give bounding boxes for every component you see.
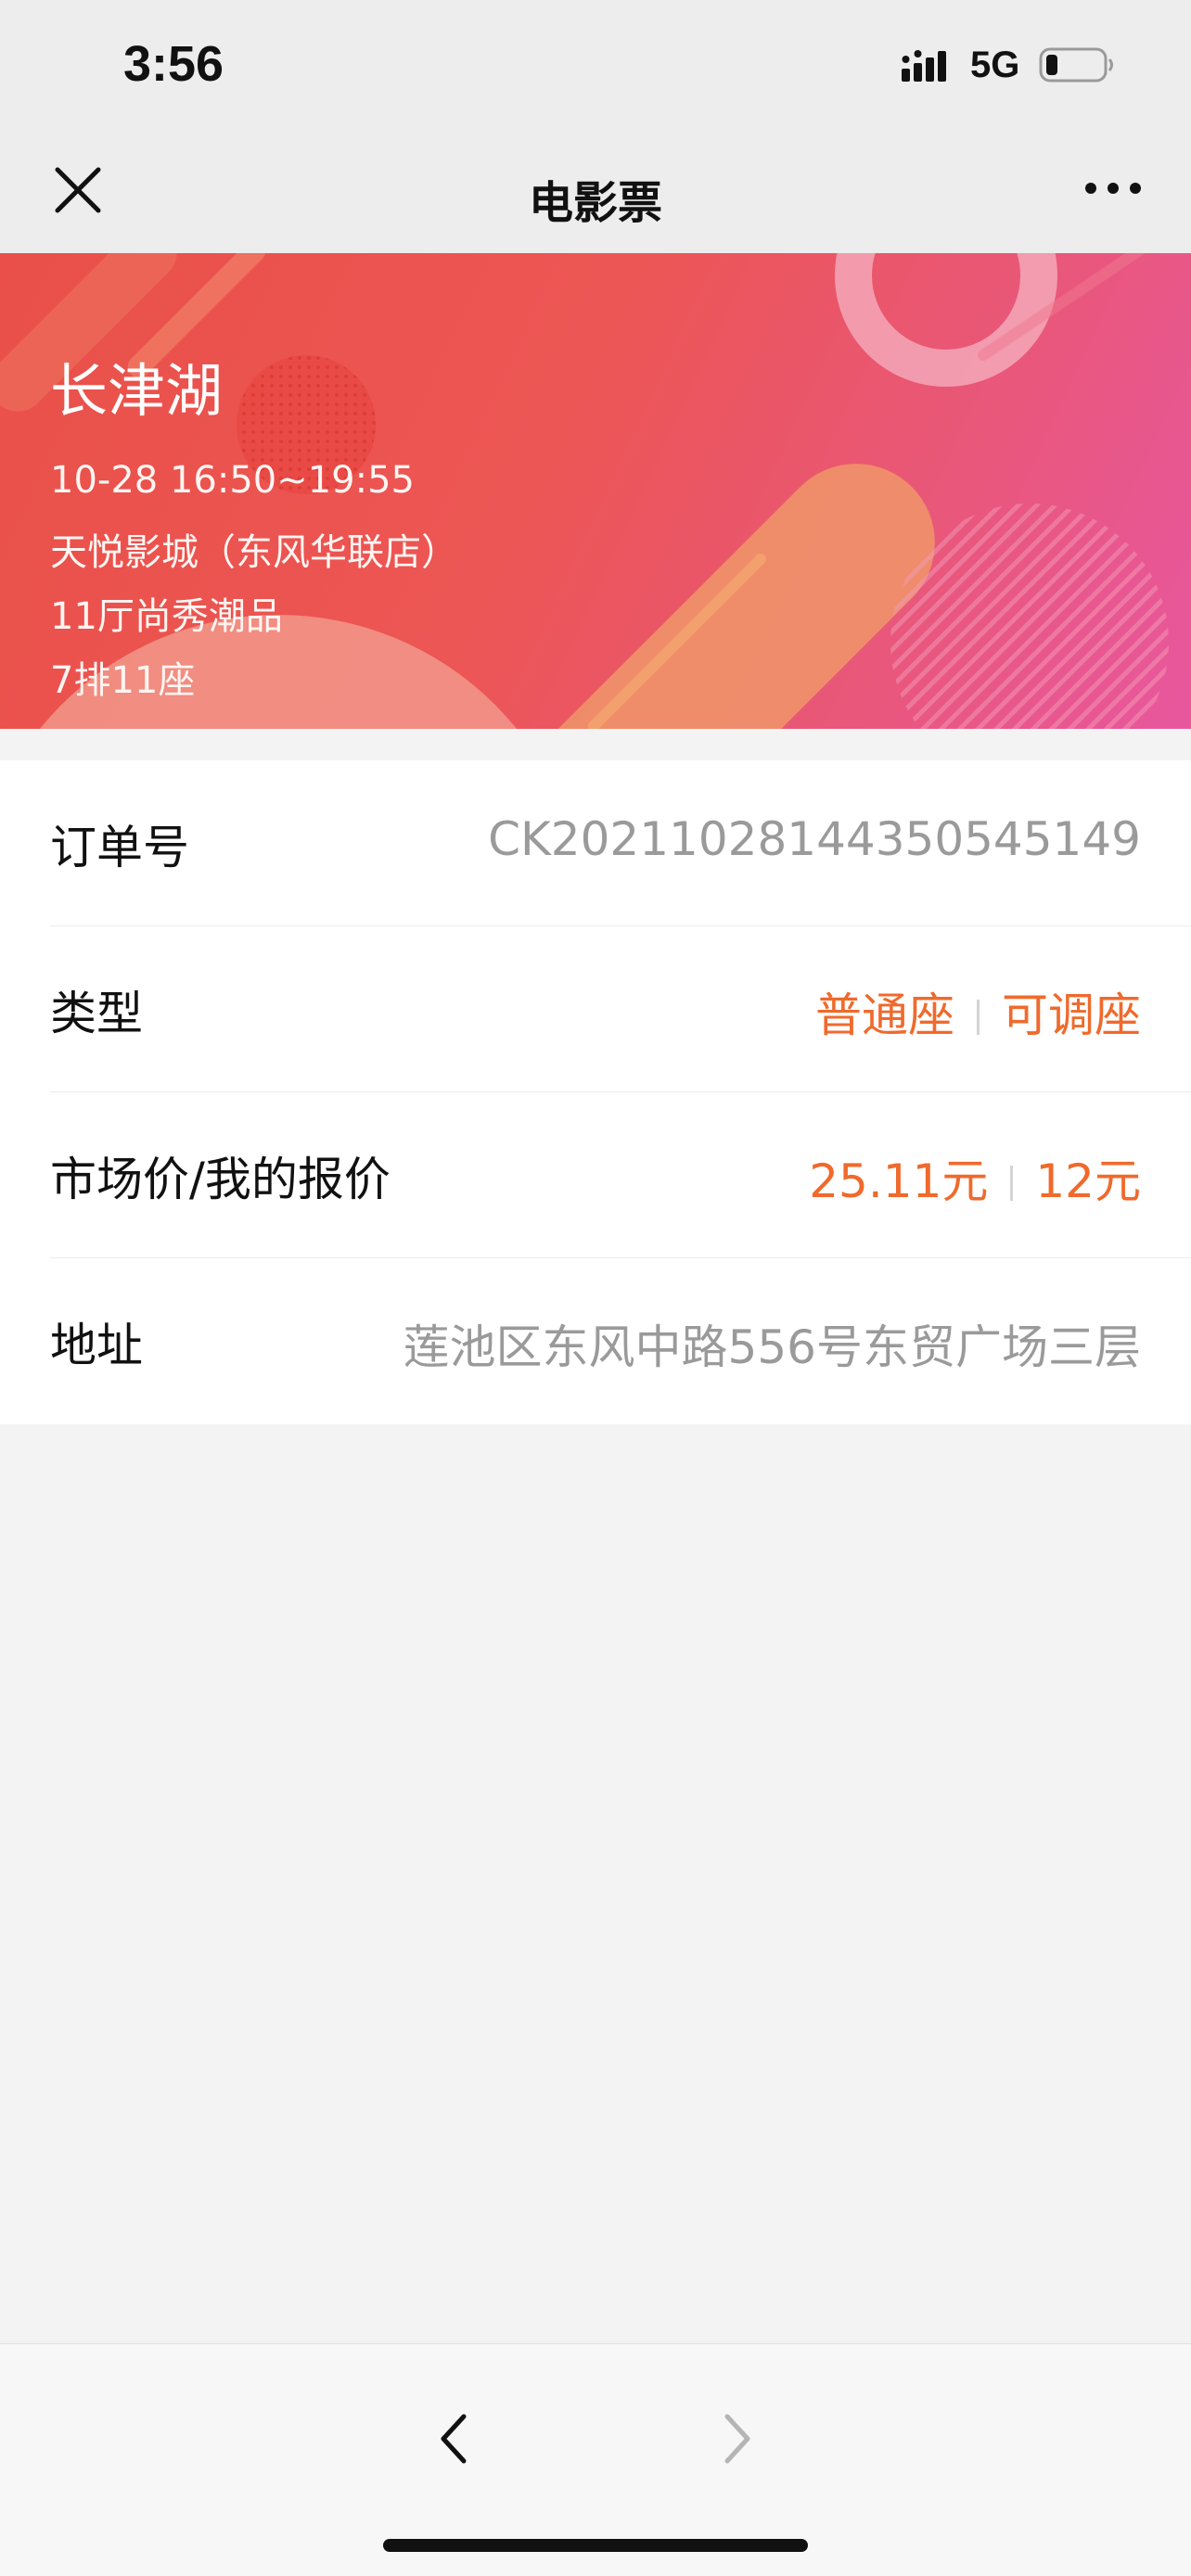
separator: [1010, 1166, 1014, 1201]
order-number-value: CK20211028144350545149: [488, 812, 1141, 866]
chevron-right-icon[interactable]: [718, 2411, 755, 2467]
showtime: 10-28 16:50~19:55: [50, 459, 416, 502]
ticket-banner: 长津湖 10-28 16:50~19:55 天悦影城（东风华联店） 11厅尚秀潮…: [0, 253, 1191, 729]
seat-type-adjustable: 可调座: [1002, 988, 1141, 1042]
price-row: 市场价/我的报价 25.11元 12元: [0, 1092, 1191, 1258]
type-label: 类型: [50, 987, 143, 1040]
separator: [977, 1000, 980, 1035]
more-dots-icon[interactable]: [1083, 179, 1143, 198]
type-row: 类型 普通座 可调座: [0, 926, 1191, 1092]
movie-title: 长津湖: [50, 357, 224, 425]
hall-name: 11厅尚秀潮品: [50, 595, 283, 638]
price-label: 市场价/我的报价: [50, 1153, 391, 1206]
page-title: 电影票: [528, 177, 662, 229]
nav-bar: 电影票: [0, 134, 1191, 253]
battery-icon: [1039, 47, 1113, 83]
type-value: 普通座 可调座: [815, 978, 1141, 1045]
status-time: 3:56: [123, 36, 224, 92]
address-row: 地址 莲池区东风中路556号东贸广场三层: [0, 1258, 1191, 1424]
market-price: 25.11元: [809, 1154, 989, 1208]
seat-type-standard: 普通座: [815, 988, 954, 1042]
seat-info: 7排11座: [50, 659, 196, 702]
price-value: 25.11元 12元: [809, 1144, 1141, 1211]
network-label: 5G: [970, 45, 1020, 85]
my-quote: 12元: [1035, 1154, 1141, 1208]
home-indicator: [383, 2539, 808, 2552]
bottom-toolbar: [0, 2343, 1191, 2576]
order-number-label: 订单号: [50, 821, 189, 874]
order-number-row: 订单号 CK20211028144350545149: [0, 760, 1191, 926]
status-bar: 3:56 5G: [0, 0, 1191, 134]
signal-bars-icon: [902, 50, 946, 82]
address-label: 地址: [50, 1319, 143, 1372]
cinema-name: 天悦影城（东风华联店）: [50, 531, 458, 574]
order-details: 订单号 CK20211028144350545149 类型 普通座 可调座 市场价…: [0, 760, 1191, 1424]
chevron-left-icon[interactable]: [436, 2411, 473, 2467]
address-value: 莲池区东风中路556号东贸广场三层: [403, 1320, 1141, 1374]
